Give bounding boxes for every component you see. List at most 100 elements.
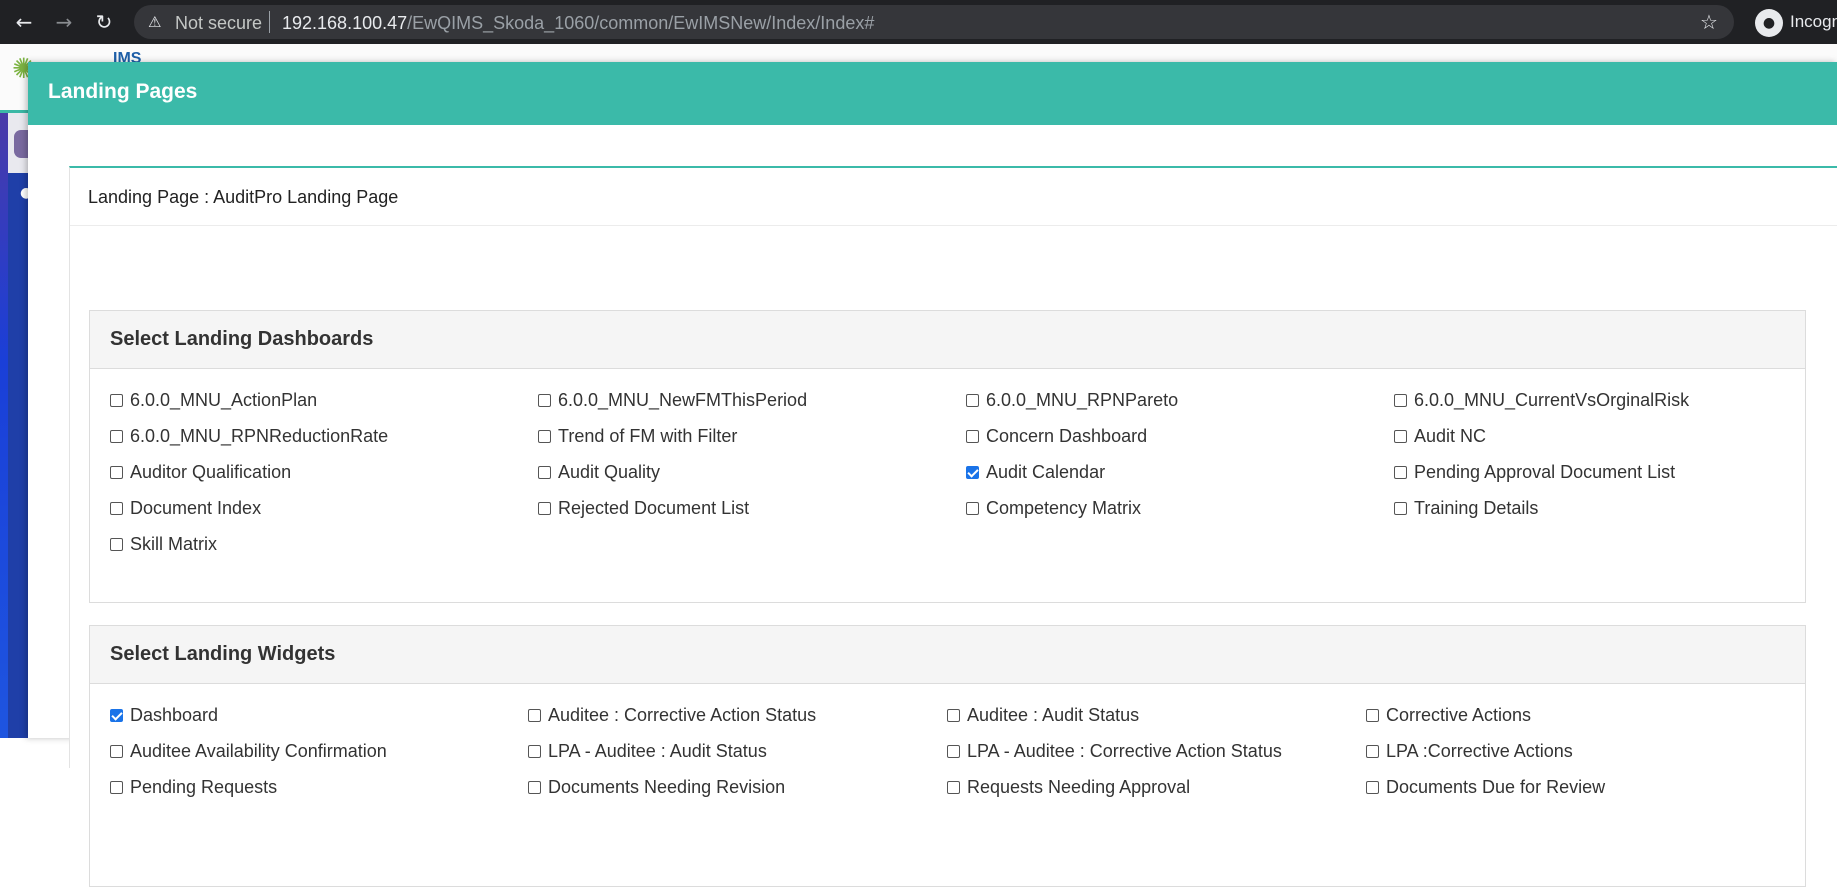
option-label[interactable]: Documents Due for Review bbox=[1386, 777, 1605, 798]
widget-option[interactable]: Requests Needing Approval bbox=[947, 776, 1190, 798]
option-label[interactable]: Audit Calendar bbox=[986, 462, 1105, 483]
warning-icon[interactable]: ⚠ bbox=[148, 13, 161, 31]
option-label[interactable]: Documents Needing Revision bbox=[548, 777, 785, 798]
dashboard-option[interactable]: Trend of FM with Filter bbox=[538, 425, 737, 447]
widget-option[interactable]: Auditee : Corrective Action Status bbox=[528, 704, 816, 726]
not-secure-label[interactable]: Not secure bbox=[175, 13, 262, 34]
checkbox[interactable] bbox=[528, 708, 541, 722]
option-label[interactable]: Audit Quality bbox=[558, 462, 660, 483]
option-label[interactable]: Document Index bbox=[130, 498, 261, 519]
checkbox[interactable] bbox=[1394, 465, 1407, 479]
option-label[interactable]: 6.0.0_MNU_CurrentVsOrginalRisk bbox=[1414, 390, 1689, 411]
option-label[interactable]: Rejected Document List bbox=[558, 498, 749, 519]
option-label[interactable]: 6.0.0_MNU_RPNPareto bbox=[986, 390, 1178, 411]
widget-option[interactable]: LPA - Auditee : Audit Status bbox=[528, 740, 767, 762]
landing-pages-modal: Landing Pages Landing Page : AuditPro La… bbox=[28, 62, 1837, 887]
checkbox[interactable] bbox=[528, 780, 541, 794]
star-icon[interactable]: ☆ bbox=[1700, 10, 1734, 34]
dashboard-option[interactable]: 6.0.0_MNU_CurrentVsOrginalRisk bbox=[1394, 389, 1689, 411]
option-label[interactable]: Pending Requests bbox=[130, 777, 277, 798]
widget-option[interactable]: Auditee Availability Confirmation bbox=[110, 740, 387, 762]
checkbox[interactable] bbox=[538, 465, 551, 479]
option-label[interactable]: 6.0.0_MNU_RPNReductionRate bbox=[130, 426, 388, 447]
option-label[interactable]: Dashboard bbox=[130, 705, 218, 726]
widget-option[interactable]: Documents Due for Review bbox=[1366, 776, 1605, 798]
url-text[interactable]: 192.168.100.47/EwQIMS_Skoda_1060/common/… bbox=[282, 13, 874, 34]
reload-icon[interactable]: ↻ bbox=[88, 8, 120, 36]
checkbox[interactable] bbox=[538, 393, 551, 407]
option-label[interactable]: Requests Needing Approval bbox=[967, 777, 1190, 798]
checkbox[interactable] bbox=[1366, 780, 1379, 794]
checkbox[interactable] bbox=[1394, 429, 1407, 443]
widget-option[interactable]: LPA :Corrective Actions bbox=[1366, 740, 1573, 762]
widget-option[interactable]: Dashboard bbox=[110, 704, 218, 726]
checkbox[interactable] bbox=[110, 429, 123, 443]
option-label[interactable]: Skill Matrix bbox=[130, 534, 217, 555]
dashboard-option[interactable]: 6.0.0_MNU_RPNPareto bbox=[966, 389, 1178, 411]
dashboard-option[interactable]: Pending Approval Document List bbox=[1394, 461, 1675, 483]
checkbox[interactable] bbox=[947, 780, 960, 794]
checkbox[interactable] bbox=[1366, 744, 1379, 758]
option-label[interactable]: LPA - Auditee : Audit Status bbox=[548, 741, 767, 762]
checkbox[interactable] bbox=[966, 429, 979, 443]
dashboard-option[interactable]: Concern Dashboard bbox=[966, 425, 1147, 447]
checkbox[interactable] bbox=[110, 780, 123, 794]
option-label[interactable]: Trend of FM with Filter bbox=[558, 426, 737, 447]
profile-label[interactable]: Incognito bbox=[1790, 12, 1837, 32]
divider bbox=[269, 11, 270, 33]
widget-option[interactable]: Pending Requests bbox=[110, 776, 277, 798]
checkbox[interactable] bbox=[110, 393, 123, 407]
option-label[interactable]: LPA :Corrective Actions bbox=[1386, 741, 1573, 762]
dashboard-option[interactable]: Audit Quality bbox=[538, 461, 660, 483]
widget-option[interactable]: Documents Needing Revision bbox=[528, 776, 785, 798]
option-label[interactable]: 6.0.0_MNU_NewFMThisPeriod bbox=[558, 390, 807, 411]
option-label[interactable]: Auditor Qualification bbox=[130, 462, 291, 483]
forward-icon[interactable]: → bbox=[48, 8, 80, 36]
widget-option[interactable]: Auditee : Audit Status bbox=[947, 704, 1139, 726]
option-label[interactable]: Training Details bbox=[1414, 498, 1538, 519]
back-icon[interactable]: ← bbox=[8, 8, 40, 36]
dashboard-option[interactable]: Training Details bbox=[1394, 497, 1538, 519]
dashboard-option[interactable]: 6.0.0_MNU_NewFMThisPeriod bbox=[538, 389, 807, 411]
option-label[interactable]: Pending Approval Document List bbox=[1414, 462, 1675, 483]
checkbox[interactable] bbox=[110, 537, 123, 551]
checkbox[interactable] bbox=[110, 501, 123, 515]
dashboard-option[interactable]: Audit NC bbox=[1394, 425, 1486, 447]
checkbox[interactable] bbox=[1394, 501, 1407, 515]
checkbox[interactable] bbox=[538, 501, 551, 515]
dashboard-option[interactable]: Skill Matrix bbox=[110, 533, 217, 555]
option-label[interactable]: Corrective Actions bbox=[1386, 705, 1531, 726]
checkbox[interactable] bbox=[110, 708, 123, 722]
checkbox[interactable] bbox=[966, 393, 979, 407]
checkbox[interactable] bbox=[528, 744, 541, 758]
widget-option[interactable]: LPA - Auditee : Corrective Action Status bbox=[947, 740, 1282, 762]
option-label[interactable]: Auditee : Corrective Action Status bbox=[548, 705, 816, 726]
dashboard-option[interactable]: Audit Calendar bbox=[966, 461, 1105, 483]
checkbox[interactable] bbox=[947, 744, 960, 758]
checkbox[interactable] bbox=[1366, 708, 1379, 722]
option-label[interactable]: Auditee Availability Confirmation bbox=[130, 741, 387, 762]
option-label[interactable]: Competency Matrix bbox=[986, 498, 1141, 519]
checkbox[interactable] bbox=[966, 501, 979, 515]
checkbox[interactable] bbox=[966, 465, 979, 479]
option-label[interactable]: Auditee : Audit Status bbox=[967, 705, 1139, 726]
incognito-icon[interactable]: ● bbox=[1755, 9, 1783, 37]
checkbox[interactable] bbox=[110, 465, 123, 479]
dashboard-option[interactable]: Auditor Qualification bbox=[110, 461, 291, 483]
widget-option[interactable]: Corrective Actions bbox=[1366, 704, 1531, 726]
dashboard-option[interactable]: Document Index bbox=[110, 497, 261, 519]
checkbox[interactable] bbox=[538, 429, 551, 443]
dashboard-option[interactable]: Rejected Document List bbox=[538, 497, 749, 519]
option-label[interactable]: LPA - Auditee : Corrective Action Status bbox=[967, 741, 1282, 762]
dashboard-option[interactable]: Competency Matrix bbox=[966, 497, 1141, 519]
dashboard-option[interactable]: 6.0.0_MNU_RPNReductionRate bbox=[110, 425, 388, 447]
avatar[interactable] bbox=[14, 130, 28, 158]
checkbox[interactable] bbox=[1394, 393, 1407, 407]
checkbox[interactable] bbox=[947, 708, 960, 722]
dashboard-option[interactable]: 6.0.0_MNU_ActionPlan bbox=[110, 389, 317, 411]
option-label[interactable]: 6.0.0_MNU_ActionPlan bbox=[130, 390, 317, 411]
address-bar[interactable]: ⚠ Not secure 192.168.100.47/EwQIMS_Skoda… bbox=[134, 5, 1734, 39]
option-label[interactable]: Concern Dashboard bbox=[986, 426, 1147, 447]
option-label[interactable]: Audit NC bbox=[1414, 426, 1486, 447]
checkbox[interactable] bbox=[110, 744, 123, 758]
